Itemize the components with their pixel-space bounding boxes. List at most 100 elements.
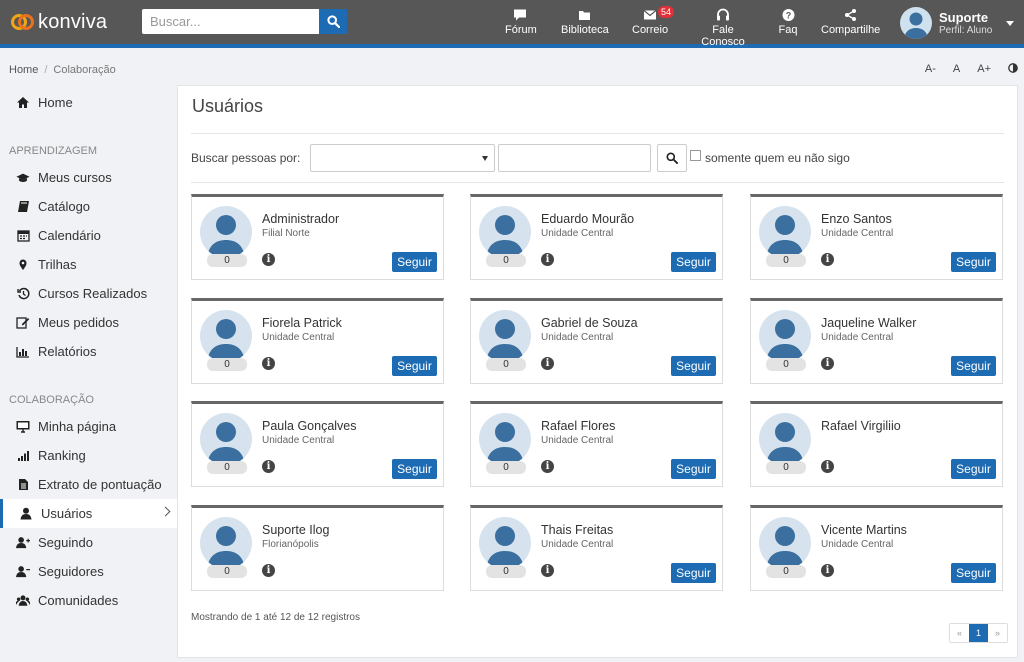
filter-text-input[interactable] — [498, 144, 651, 172]
user-avatar[interactable] — [479, 310, 531, 362]
nav-faq-label: Faq — [778, 24, 798, 36]
user-avatar[interactable] — [759, 413, 811, 465]
sidebar-item-cursos-realizados[interactable]: Cursos Realizados — [0, 279, 177, 308]
nav-fale-conosco[interactable]: Fale Conosco — [692, 8, 754, 48]
user-avatar[interactable] — [759, 517, 811, 569]
info-icon[interactable]: i — [262, 253, 275, 266]
sidebar-item-relatorios[interactable]: Relatórios — [0, 337, 177, 366]
sidebar-item-comunidades[interactable]: Comunidades — [0, 586, 177, 615]
user-followers-icon — [16, 565, 30, 579]
follow-button[interactable]: Seguir — [951, 459, 996, 479]
nav-correio[interactable]: 54 Correio — [632, 6, 675, 36]
follow-button[interactable]: Seguir — [392, 459, 437, 479]
folder-icon — [578, 11, 590, 20]
follow-button[interactable]: Seguir — [951, 356, 996, 376]
contrast-icon — [1008, 63, 1018, 73]
sidebar-item-home[interactable]: Home — [0, 88, 177, 117]
user-avatar[interactable] — [200, 413, 252, 465]
sidebar-item-seguindo[interactable]: Seguindo — [0, 528, 177, 557]
user-card: 0 Gabriel de Souza Unidade Central i Seguir — [470, 298, 723, 384]
user-name[interactable]: Vicente Martins — [821, 523, 907, 537]
sidebar-item-catalogo[interactable]: Catálogo — [0, 192, 177, 221]
user-name[interactable]: Thais Freitas — [541, 523, 613, 537]
comment-icon — [514, 9, 526, 21]
sidebar-item-trilhas[interactable]: Trilhas — [0, 250, 177, 279]
user-name[interactable]: Enzo Santos — [821, 212, 892, 226]
search-input[interactable] — [142, 9, 319, 34]
breadcrumb-home[interactable]: Home — [9, 64, 38, 76]
user-name[interactable]: Rafael Flores — [541, 419, 615, 433]
info-icon[interactable]: i — [262, 564, 275, 577]
follow-button[interactable]: Seguir — [951, 563, 996, 583]
user-points-badge: 0 — [766, 254, 806, 267]
sidebar-item-seguidores[interactable]: Seguidores — [0, 557, 177, 586]
info-icon[interactable]: i — [541, 460, 554, 473]
user-avatar[interactable] — [479, 517, 531, 569]
calendar-icon — [16, 229, 30, 243]
follow-button[interactable]: Seguir — [671, 563, 716, 583]
follow-button[interactable]: Seguir — [671, 252, 716, 272]
pagination-next-button[interactable]: » — [988, 624, 1007, 642]
nav-forum[interactable]: Fórum — [505, 8, 537, 36]
user-card: 0 Fiorela Patrick Unidade Central i Seguir — [191, 298, 444, 384]
sidebar-item-extrato-de-pontuacao[interactable]: Extrato de pontuação — [0, 470, 177, 499]
profile-menu[interactable]: Suporte Perfil: Aluno — [900, 6, 1015, 40]
user-avatar[interactable] — [759, 310, 811, 362]
follow-button[interactable]: Seguir — [392, 252, 437, 272]
user-unit: Unidade Central — [821, 228, 894, 239]
sidebar-item-usuarios[interactable]: Usuários — [0, 499, 177, 528]
info-icon[interactable]: i — [262, 357, 275, 370]
user-name[interactable]: Administrador — [262, 212, 339, 226]
follow-button[interactable]: Seguir — [671, 459, 716, 479]
sidebar-item-minha-pagina[interactable]: Minha página — [0, 412, 177, 441]
info-icon[interactable]: i — [821, 253, 834, 266]
follow-button[interactable]: Seguir — [951, 252, 996, 272]
user-name[interactable]: Gabriel de Souza — [541, 316, 638, 330]
edit-icon — [16, 316, 30, 330]
logo-mark-icon — [10, 10, 34, 34]
user-name[interactable]: Jaqueline Walker — [821, 316, 916, 330]
user-avatar[interactable] — [200, 206, 252, 258]
user-avatar[interactable] — [200, 310, 252, 362]
sidebar-item-ranking[interactable]: Ranking — [0, 441, 177, 470]
user-avatar[interactable] — [479, 413, 531, 465]
sidebar-item-meus-cursos[interactable]: Meus cursos — [0, 163, 177, 192]
user-avatar[interactable] — [759, 206, 811, 258]
user-avatar[interactable] — [200, 517, 252, 569]
divider — [191, 182, 1004, 183]
user-name[interactable]: Eduardo Mourão — [541, 212, 634, 226]
filter-type-select[interactable] — [310, 144, 495, 172]
user-name[interactable]: Paula Gonçalves — [262, 419, 357, 433]
sidebar-item-calendario[interactable]: Calendário — [0, 221, 177, 250]
info-icon[interactable]: i — [541, 357, 554, 370]
filter-search-button[interactable] — [657, 144, 687, 172]
font-decrease-button[interactable]: A- — [925, 63, 936, 76]
font-reset-button[interactable]: A — [953, 63, 960, 76]
contrast-toggle[interactable] — [1008, 63, 1018, 76]
user-name[interactable]: Suporte Ilog — [262, 523, 329, 537]
info-icon[interactable]: i — [821, 460, 834, 473]
info-icon[interactable]: i — [262, 460, 275, 473]
search-button[interactable] — [319, 9, 347, 34]
user-name[interactable]: Rafael Virgiliio — [821, 419, 901, 433]
pagination-prev-button[interactable]: « — [950, 624, 969, 642]
info-icon[interactable]: i — [541, 253, 554, 266]
user-name[interactable]: Fiorela Patrick — [262, 316, 342, 330]
konviva-logo[interactable]: konviva — [10, 10, 107, 34]
user-unit: Filial Norte — [262, 228, 310, 239]
font-increase-button[interactable]: A+ — [977, 63, 991, 76]
pagination-page-button[interactable]: 1 — [969, 624, 988, 642]
follow-button[interactable]: Seguir — [671, 356, 716, 376]
sidebar-item-meus-pedidos[interactable]: Meus pedidos — [0, 308, 177, 337]
user-card: 0 Rafael Virgiliio i Seguir — [750, 401, 1003, 487]
info-icon[interactable]: i — [541, 564, 554, 577]
info-icon[interactable]: i — [821, 357, 834, 370]
user-card: 0 Suporte Ilog Florianópolis i — [191, 505, 444, 591]
info-icon[interactable]: i — [821, 564, 834, 577]
user-avatar[interactable] — [479, 206, 531, 258]
nav-faq[interactable]: ? Faq — [778, 8, 798, 36]
follow-button[interactable]: Seguir — [392, 356, 437, 376]
not-following-checkbox[interactable] — [690, 150, 701, 161]
nav-compartilhe[interactable]: Compartilhe — [821, 8, 880, 36]
nav-biblioteca[interactable]: Biblioteca — [561, 8, 609, 36]
